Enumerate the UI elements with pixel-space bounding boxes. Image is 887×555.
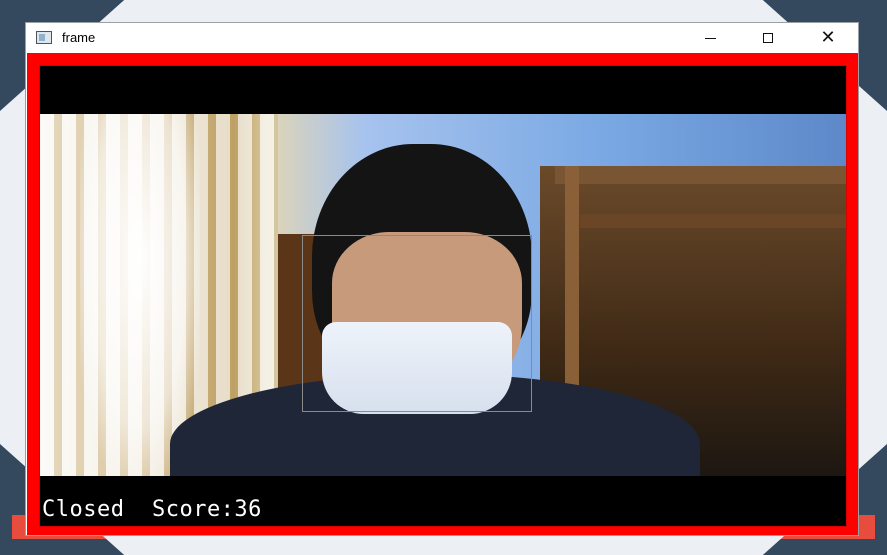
red-frame-border: Closed Score:36 <box>27 53 858 535</box>
eye-status-score: Closed Score:36 <box>42 497 262 522</box>
close-button[interactable]: ✕ <box>797 23 859 53</box>
face-detection-box <box>302 235 532 412</box>
title-bar[interactable]: frame ✕ <box>26 23 858 53</box>
webcam-image <box>40 114 846 476</box>
frame-window: frame ✕ Closed Score:36 <box>25 22 859 536</box>
maximize-button[interactable] <box>739 23 797 53</box>
minimize-button[interactable] <box>681 23 739 53</box>
app-window-icon <box>36 31 52 44</box>
shelf-post <box>565 166 579 406</box>
video-frame: Closed Score:36 <box>39 65 847 527</box>
shelf-top-rail <box>555 166 846 184</box>
maximize-icon <box>763 33 773 43</box>
window-title: frame <box>62 30 96 45</box>
close-icon: ✕ <box>820 27 836 48</box>
minimize-icon <box>704 37 716 39</box>
shelf-mid-rail <box>580 214 846 228</box>
